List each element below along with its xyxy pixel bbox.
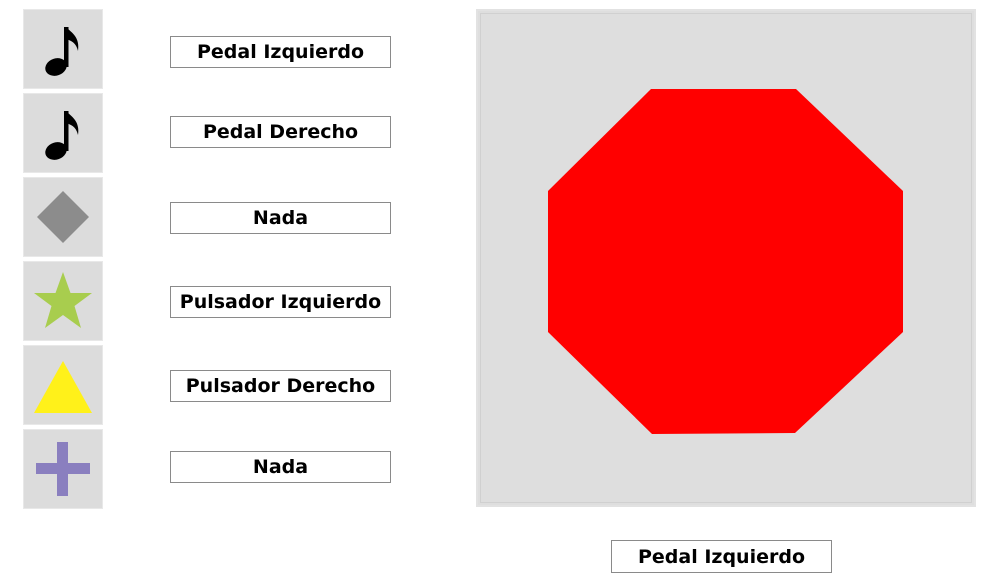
mapping-label[interactable]: Pulsador Izquierdo (170, 286, 391, 318)
tile-music-note-2[interactable] (23, 93, 103, 173)
plus-icon (36, 442, 90, 496)
mapping-label[interactable]: Pedal Derecho (170, 116, 391, 148)
music-note-icon (45, 111, 79, 160)
mapping-label[interactable]: Nada (170, 451, 391, 483)
tile-triangle[interactable] (23, 345, 103, 425)
mapping-label[interactable]: Nada (170, 202, 391, 234)
mapping-label[interactable]: Pulsador Derecho (170, 370, 391, 402)
octagon-shape (548, 89, 903, 434)
tile-diamond[interactable] (23, 177, 103, 257)
tile-plus[interactable] (23, 429, 103, 509)
tile-star[interactable] (23, 261, 103, 341)
music-note-icon (45, 27, 79, 76)
selected-mapping-label: Pedal Izquierdo (611, 540, 832, 573)
diamond-icon (37, 191, 89, 243)
tile-music-note-1[interactable] (23, 9, 103, 89)
mapping-label[interactable]: Pedal Izquierdo (170, 36, 391, 68)
triangle-icon (34, 361, 92, 413)
star-icon (34, 272, 92, 328)
preview-canvas[interactable] (476, 9, 976, 507)
preview-shape (548, 89, 903, 434)
